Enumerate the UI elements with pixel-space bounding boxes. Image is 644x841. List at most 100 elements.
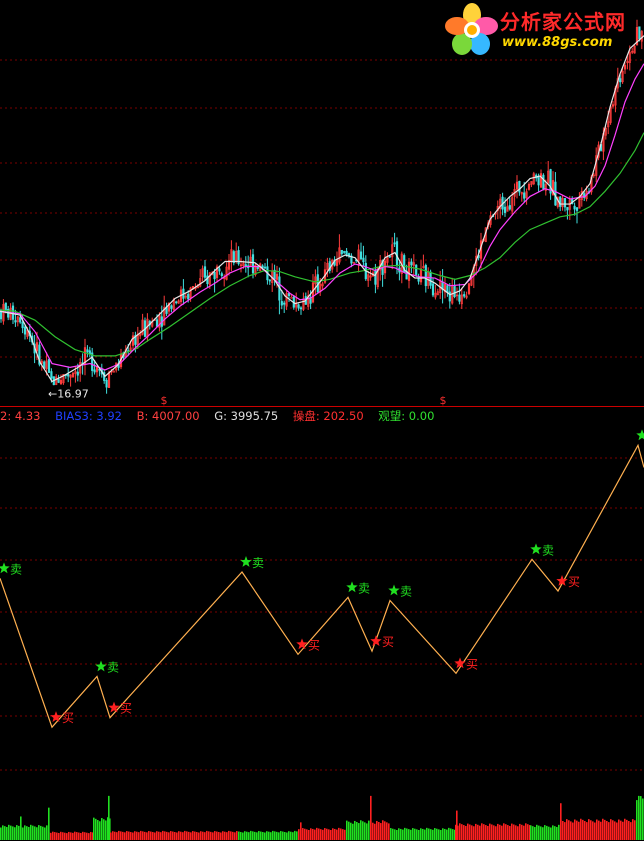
histogram-bar bbox=[562, 821, 564, 840]
histogram-bar bbox=[525, 823, 527, 840]
histogram-bar bbox=[72, 832, 74, 840]
histogram-bar bbox=[400, 828, 402, 840]
histogram-bar bbox=[450, 828, 452, 840]
candle-body bbox=[187, 294, 190, 300]
candle-body bbox=[4, 302, 7, 311]
histogram-bar bbox=[576, 820, 578, 840]
histogram-bar bbox=[489, 823, 491, 840]
histogram-bar bbox=[392, 828, 394, 840]
histogram-bar bbox=[168, 832, 170, 840]
histogram-bar bbox=[586, 822, 588, 840]
histogram-bar bbox=[103, 819, 105, 840]
histogram-bar bbox=[544, 825, 546, 840]
histogram-bar bbox=[192, 831, 194, 840]
histogram-bar bbox=[242, 832, 244, 840]
histogram-spike bbox=[108, 795, 110, 840]
sell-signal-star-icon bbox=[530, 543, 542, 555]
histogram-bar bbox=[86, 832, 88, 840]
candle-body bbox=[554, 181, 557, 206]
histogram-bar bbox=[487, 825, 489, 840]
histogram-bar bbox=[380, 823, 382, 840]
histogram-spike bbox=[20, 816, 22, 840]
histogram-bar bbox=[99, 821, 101, 840]
histogram-bar bbox=[348, 821, 350, 840]
ma-long-line bbox=[0, 132, 644, 357]
histogram-bar bbox=[144, 831, 146, 840]
candle-body bbox=[105, 379, 108, 388]
histogram-bar bbox=[280, 831, 282, 840]
histogram-bar bbox=[572, 822, 574, 840]
candle-body bbox=[76, 371, 79, 376]
candle-body bbox=[345, 250, 348, 256]
guanwang-value: 0.00 bbox=[408, 409, 435, 423]
histogram-bar bbox=[632, 819, 634, 840]
histogram-spike bbox=[48, 807, 50, 840]
histogram-bar bbox=[465, 825, 467, 840]
histogram-bar bbox=[264, 832, 266, 840]
histogram-bar bbox=[580, 818, 582, 840]
buy-signal-star-icon bbox=[108, 701, 120, 713]
histogram-bar bbox=[396, 830, 398, 840]
histogram-bar bbox=[438, 829, 440, 840]
histogram-bar bbox=[442, 828, 444, 840]
histogram-bar bbox=[604, 819, 606, 840]
histogram-bar bbox=[296, 831, 298, 840]
histogram-bar bbox=[493, 825, 495, 840]
histogram-bar bbox=[230, 831, 232, 840]
candle-body bbox=[67, 373, 70, 377]
candle-body bbox=[170, 305, 173, 309]
histogram-bar bbox=[288, 831, 290, 840]
histogram-bar bbox=[548, 826, 550, 840]
candle-body bbox=[340, 249, 343, 255]
histogram-bar bbox=[538, 825, 540, 840]
histogram-bar bbox=[198, 832, 200, 840]
sell-signal-label: 卖 bbox=[252, 556, 264, 570]
histogram-bar bbox=[316, 827, 318, 840]
histogram-bar bbox=[574, 819, 576, 840]
histogram-bar bbox=[128, 831, 130, 840]
candle-body bbox=[518, 180, 521, 193]
candle-body bbox=[244, 264, 247, 267]
histogram-bar bbox=[110, 832, 112, 840]
histogram-bar bbox=[640, 796, 642, 840]
histogram-bar bbox=[310, 828, 312, 840]
guanwang-label: 观望: bbox=[378, 409, 406, 423]
b-value: 4007.00 bbox=[152, 409, 200, 423]
g-value: 3995.75 bbox=[230, 409, 279, 423]
logo-url: www.88gs.com bbox=[502, 35, 613, 50]
histogram-bar bbox=[254, 831, 256, 840]
histogram-bar bbox=[226, 832, 228, 840]
histogram-bar bbox=[42, 826, 44, 840]
histogram-bar bbox=[491, 824, 493, 840]
candle-body bbox=[575, 207, 579, 211]
histogram-bar bbox=[246, 831, 248, 840]
histogram-bar bbox=[378, 822, 380, 840]
candle-body bbox=[542, 174, 545, 190]
histogram-bar bbox=[282, 831, 284, 840]
histogram-bar bbox=[256, 832, 258, 840]
histogram-bar bbox=[608, 822, 610, 840]
histogram-bar bbox=[44, 827, 46, 840]
histogram-bar bbox=[118, 830, 120, 840]
histogram-bar bbox=[132, 832, 134, 840]
histogram-bar bbox=[146, 832, 148, 840]
candle-body bbox=[395, 241, 399, 267]
histogram-bar bbox=[22, 827, 24, 840]
histogram-bar bbox=[527, 824, 529, 840]
signal-line bbox=[0, 443, 644, 729]
histogram-bar bbox=[366, 823, 368, 840]
histogram-bar bbox=[410, 829, 412, 840]
histogram-bar bbox=[523, 825, 525, 840]
histogram-bar bbox=[101, 818, 103, 840]
histogram-bar bbox=[36, 827, 38, 840]
sell-signal-label: 卖 bbox=[107, 661, 119, 675]
histogram-spike bbox=[300, 822, 302, 840]
histogram-bar bbox=[8, 824, 10, 840]
candle-body bbox=[508, 205, 511, 210]
histogram-bar bbox=[467, 823, 469, 840]
histogram-bar bbox=[368, 820, 370, 840]
histogram-bar bbox=[434, 828, 436, 840]
histogram-bar bbox=[252, 831, 254, 840]
histogram-bar bbox=[418, 830, 420, 840]
histogram-bar bbox=[14, 827, 16, 840]
